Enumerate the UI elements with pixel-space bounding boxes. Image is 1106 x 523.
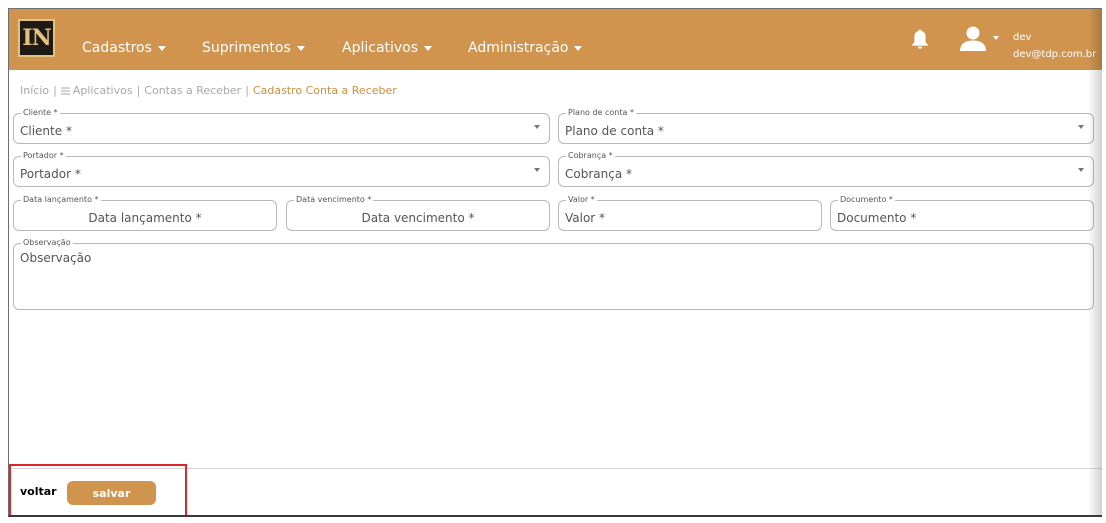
nav-menu-label: Administração [468, 40, 569, 56]
caret-down-icon [296, 45, 305, 51]
observacao-placeholder: Observação [20, 251, 92, 265]
menu-icon [60, 87, 70, 94]
cobranca-label: Cobrança * [566, 151, 615, 161]
user-email: dev@tdp.com.br [1013, 49, 1097, 60]
nav-menu-aplicativos[interactable]: Aplicativos [342, 40, 433, 56]
nav-menu-administracao[interactable]: Administração [468, 40, 583, 56]
cobranca-placeholder: Cobrança * [565, 167, 632, 181]
breadcrumb-item-inicio[interactable]: Início [20, 84, 49, 97]
chevron-down-icon [1078, 125, 1084, 129]
nav-menu-label: Suprimentos [202, 40, 291, 56]
highlight-box [9, 464, 187, 515]
breadcrumb-separator: | [53, 84, 57, 97]
breadcrumb-current: Cadastro Conta a Receber [252, 84, 397, 97]
logo-text: IN [22, 25, 51, 51]
cliente-label: Cliente * [21, 108, 60, 118]
app-window: IN Cadastros Suprimentos Aplicativos Adm… [8, 8, 1102, 517]
documento-label: Documento * [838, 195, 895, 205]
nav-menu-suprimentos[interactable]: Suprimentos [202, 40, 305, 56]
data-vencimento-input[interactable]: Data vencimento * Data vencimento * [286, 195, 550, 231]
plano-conta-placeholder: Plano de conta * [565, 124, 664, 138]
cliente-select[interactable]: Cliente * Cliente * [13, 108, 550, 144]
valor-placeholder: Valor * [565, 211, 606, 225]
documento-placeholder: Documento * [837, 211, 917, 225]
caret-down-icon [424, 45, 433, 51]
user-name: dev [1013, 32, 1032, 43]
breadcrumb-item-contas-a-receber[interactable]: Contas a Receber [144, 84, 241, 97]
observacao-textarea[interactable]: Observação Observação [13, 238, 1094, 310]
caret-down-icon [574, 45, 583, 51]
breadcrumb-item-aplicativos[interactable]: Aplicativos [73, 84, 133, 97]
data-lancamento-placeholder: Data lançamento * [88, 211, 202, 225]
top-navbar: IN Cadastros Suprimentos Aplicativos Adm… [9, 9, 1102, 70]
plano-conta-select[interactable]: Plano de conta * Plano de conta * [558, 108, 1094, 144]
cobranca-select[interactable]: Cobrança * Cobrança * [558, 151, 1094, 187]
breadcrumb: Início | Aplicativos | Contas a Receber … [20, 84, 397, 97]
logo[interactable]: IN [18, 19, 55, 57]
chevron-down-icon [534, 125, 540, 129]
bell-icon[interactable] [911, 28, 929, 50]
cliente-placeholder: Cliente * [20, 124, 72, 138]
data-lancamento-label: Data lançamento * [21, 195, 101, 205]
breadcrumb-separator: | [136, 84, 141, 97]
plano-conta-label: Plano de conta * [566, 108, 636, 118]
documento-input[interactable]: Documento * Documento * [830, 195, 1094, 231]
chevron-down-icon [534, 168, 540, 172]
chevron-down-icon [1078, 168, 1084, 172]
portador-select[interactable]: Portador * Portador * [13, 151, 550, 187]
caret-down-icon [157, 45, 166, 51]
nav-menu-cadastros[interactable]: Cadastros [82, 40, 166, 56]
data-vencimento-label: Data vencimento * [294, 195, 374, 205]
portador-placeholder: Portador * [20, 167, 81, 181]
caret-down-icon [993, 36, 999, 40]
user-menu[interactable] [959, 26, 1001, 52]
nav-menu-label: Aplicativos [342, 40, 419, 56]
user-avatar-icon [960, 26, 986, 51]
valor-input[interactable]: Valor * Valor * [558, 195, 822, 231]
valor-label: Valor * [566, 195, 597, 205]
observacao-label: Observação [21, 238, 73, 248]
breadcrumb-separator: | [245, 84, 249, 97]
data-lancamento-input[interactable]: Data lançamento * Data lançamento * [13, 195, 277, 231]
data-vencimento-placeholder: Data vencimento * [361, 211, 475, 225]
portador-label: Portador * [21, 151, 66, 161]
nav-menu-label: Cadastros [82, 40, 152, 56]
